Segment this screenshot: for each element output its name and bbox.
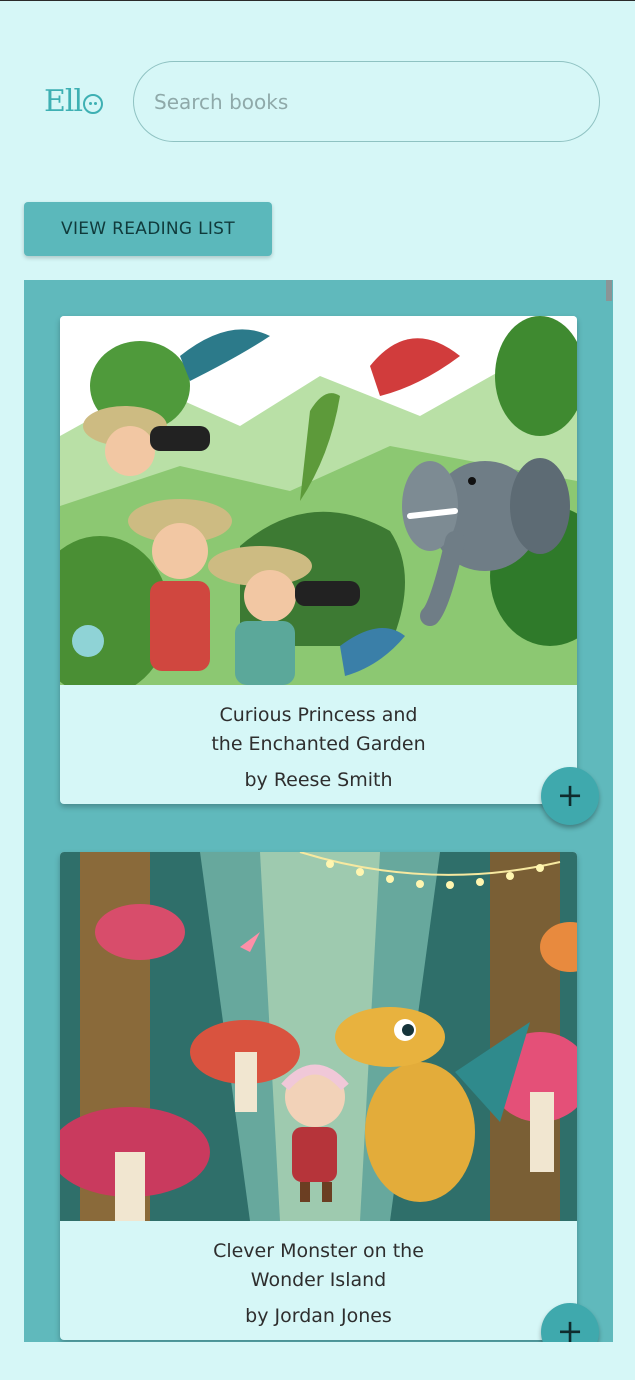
book-cover-image[interactable] (60, 852, 577, 1221)
book-title[interactable]: Clever Monster on the Wonder Island (60, 1221, 577, 1295)
book-card: Clever Monster on the Wonder Island by J… (60, 852, 599, 1342)
scrollbar-thumb[interactable] (606, 280, 612, 301)
book-list-panel[interactable]: Curious Princess and the Enchanted Garde… (24, 280, 613, 1342)
view-reading-list-button[interactable]: VIEW READING LIST (24, 202, 272, 256)
ello-logo: Ell (44, 84, 104, 119)
book-card: Curious Princess and the Enchanted Garde… (60, 316, 599, 825)
top-border (0, 0, 635, 1)
book-cover-image[interactable] (60, 316, 577, 685)
book-title-line: the Enchanted Garden (211, 733, 426, 755)
logo-face-icon (83, 93, 104, 114)
search-input[interactable] (133, 61, 600, 142)
book-title-line: Wonder Island (250, 1269, 387, 1291)
book-title-line: Clever Monster on the (213, 1240, 424, 1262)
book-author: by Jordan Jones (245, 1305, 392, 1327)
book-title[interactable]: Curious Princess and the Enchanted Garde… (60, 685, 577, 759)
logo-text: Ell (44, 84, 83, 119)
book-title-line: Curious Princess and (219, 704, 418, 726)
book-author: by Reese Smith (244, 769, 393, 791)
add-to-reading-list-button[interactable]: + (541, 767, 599, 825)
